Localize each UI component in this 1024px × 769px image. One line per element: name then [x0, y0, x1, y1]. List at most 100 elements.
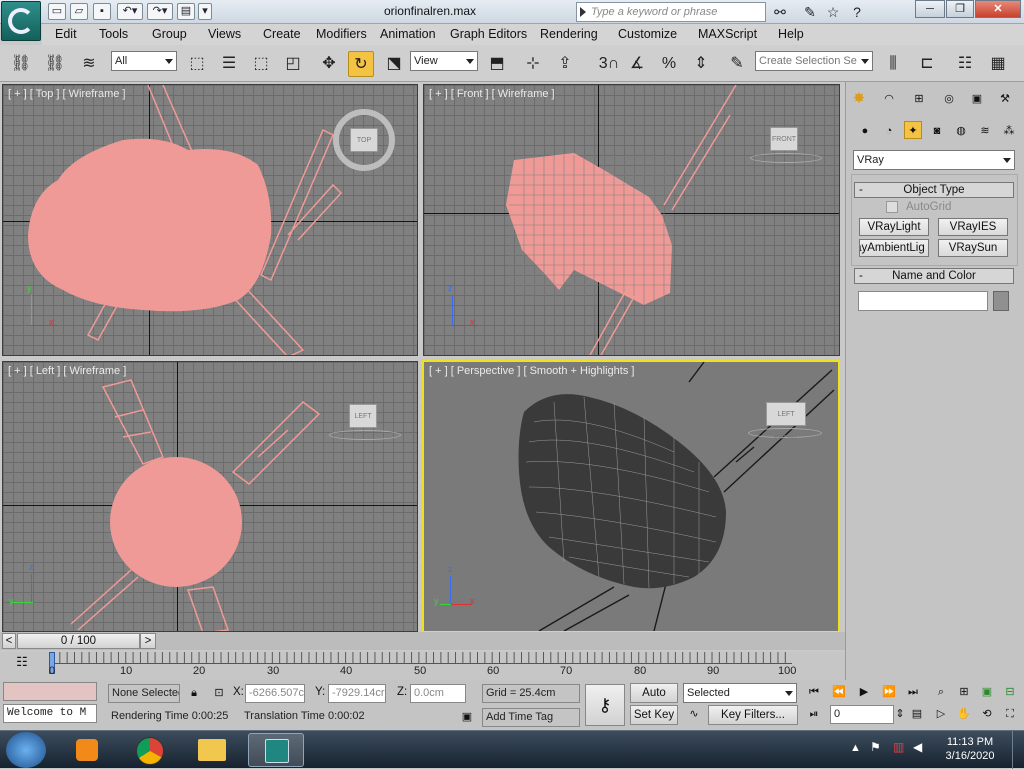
viewport-left[interactable]: LEFT [ + ] [ Left ] [ Wireframe ] z y — [2, 361, 418, 632]
space-warps-icon[interactable]: ≋ — [976, 122, 994, 140]
edit-named-selection-icon[interactable]: ✎ — [724, 51, 750, 77]
zoom-extents-all-icon[interactable]: ⊟ — [1001, 683, 1019, 701]
graphite-ribbon-icon[interactable]: ▦ — [985, 51, 1011, 77]
field-of-view-icon[interactable]: ▷ — [932, 705, 950, 723]
volume-icon[interactable]: ◀ — [913, 740, 922, 754]
percent-snap-icon[interactable]: % — [656, 51, 682, 77]
menu-views[interactable]: Views — [208, 27, 241, 41]
window-crossing-icon[interactable]: ◰ — [280, 51, 306, 77]
undo-icon[interactable]: ↶▾ — [117, 3, 143, 20]
frame-spinner-icon[interactable]: ⇕ — [895, 705, 905, 723]
time-slider-thumb[interactable]: 0 / 100 — [17, 633, 140, 649]
save-icon[interactable]: ▪ — [93, 3, 111, 20]
select-manipulate-icon[interactable]: ⊹ — [520, 51, 546, 77]
viewcube-ring[interactable] — [750, 153, 822, 163]
select-and-link-icon[interactable]: ⛓ — [8, 51, 34, 77]
menu-graph-editors[interactable]: Graph Editors — [450, 27, 527, 41]
y-coordinate-field[interactable]: -7929.14cr — [328, 684, 386, 703]
auto-key-button[interactable]: Auto Key — [630, 683, 678, 717]
maximize-viewport-icon[interactable]: ⛶ — [1001, 705, 1019, 723]
zoom-icon[interactable]: ⌕ — [932, 683, 950, 701]
shapes-icon[interactable]: ◔ — [880, 122, 898, 140]
selection-lock-icon[interactable]: 🔒︎ — [185, 684, 203, 702]
layer-manager-icon[interactable]: ☷ — [952, 51, 978, 77]
x-coordinate-field[interactable]: -6266.507c — [245, 684, 305, 703]
align-icon[interactable]: ⊏ — [914, 51, 940, 77]
time-slider[interactable]: < 0 / 100 > — [0, 632, 845, 650]
name-color-rollout-header[interactable]: - Name and Color — [854, 268, 1014, 284]
utilities-tab-icon[interactable]: ⚒ — [996, 90, 1014, 108]
menu-create[interactable]: Create — [263, 27, 301, 41]
show-hidden-icons-icon[interactable]: ▲ — [850, 742, 861, 754]
time-configuration-icon[interactable]: ▤ — [908, 705, 926, 723]
next-frame-icon[interactable]: ⏩ — [880, 683, 898, 701]
communication-center-icon[interactable]: ✎ — [800, 3, 820, 21]
angle-snap-icon[interactable]: ∡ — [624, 51, 650, 77]
snaps-toggle-icon[interactable]: 3∩ — [589, 51, 629, 77]
select-object-icon[interactable]: ⬚ — [184, 51, 210, 77]
menu-modifiers[interactable]: Modifiers — [316, 27, 367, 41]
time-tag-icon[interactable]: ▣ — [458, 708, 476, 726]
orbit-icon[interactable]: ⟲ — [978, 705, 996, 723]
object-color-swatch[interactable] — [993, 291, 1009, 311]
track-bar[interactable]: ☷ 0 10 20 30 40 50 60 70 80 90 100 — [0, 652, 845, 680]
menu-tools[interactable]: Tools — [99, 27, 128, 41]
previous-frame-icon[interactable]: ⏪ — [830, 683, 848, 701]
viewport-label-top[interactable]: [ + ] [ Top ] [ Wireframe ] — [8, 88, 125, 100]
play-icon[interactable]: ▶ — [855, 683, 873, 701]
select-and-move-icon[interactable]: ✥ — [316, 51, 342, 77]
object-name-input[interactable] — [858, 291, 988, 311]
viewport-label-front[interactable]: [ + ] [ Front ] [ Wireframe ] — [429, 88, 555, 100]
viewcube-left[interactable]: LEFT — [349, 404, 377, 428]
taskbar-clock[interactable]: 11:13 PM 3/16/2020 — [935, 735, 1005, 763]
favorites-icon[interactable]: ☆ — [823, 3, 843, 21]
key-mode-dropdown[interactable]: Selected — [683, 683, 797, 703]
viewport-top[interactable]: TOP [ + ] [ Top ] [ Wireframe ] y x — [2, 84, 418, 356]
set-key-icon[interactable]: ⚷ — [585, 684, 625, 726]
menu-help[interactable]: Help — [778, 27, 804, 41]
create-tab-icon[interactable]: ✸ — [850, 90, 868, 108]
new-file-icon[interactable]: ▭ — [48, 3, 66, 20]
prev-frame-arrow-icon[interactable]: < — [2, 633, 16, 649]
motion-tab-icon[interactable]: ◎ — [940, 90, 958, 108]
project-folder-icon[interactable]: ▤ — [177, 3, 195, 20]
modify-tab-icon[interactable]: ◠ — [880, 90, 898, 108]
pan-view-icon[interactable]: ✋ — [955, 705, 973, 723]
viewport-front[interactable]: FRONT [ + ] [ Front ] [ Wireframe ] z x — [423, 84, 840, 356]
set-key-button[interactable]: Set Key — [630, 705, 678, 725]
selection-filter-dropdown[interactable]: All — [111, 51, 177, 71]
go-to-start-icon[interactable]: ⏮ — [805, 683, 823, 701]
menu-group[interactable]: Group — [152, 27, 187, 41]
select-by-name-icon[interactable]: ☰ — [216, 51, 242, 77]
key-filters-button[interactable]: Key Filters... — [708, 705, 798, 725]
zoom-all-icon[interactable]: ⊞ — [955, 683, 973, 701]
add-time-tag-button[interactable]: Add Time Tag — [482, 708, 580, 727]
menu-edit[interactable]: Edit — [55, 27, 77, 41]
viewport-label-left[interactable]: [ + ] [ Left ] [ Wireframe ] — [8, 365, 126, 377]
select-and-scale-icon[interactable]: ⬔ — [381, 51, 407, 77]
pivot-center-icon[interactable]: ⬒ — [484, 51, 510, 77]
viewcube-top[interactable]: TOP — [350, 128, 378, 152]
lights-icon[interactable]: ✦ — [904, 121, 922, 139]
menu-animation[interactable]: Animation — [380, 27, 436, 41]
hierarchy-tab-icon[interactable]: ⊞ — [910, 90, 928, 108]
helpers-icon[interactable]: ◍ — [952, 122, 970, 140]
bind-space-warp-icon[interactable]: ≋ — [76, 51, 102, 77]
zoom-extents-icon[interactable]: ▣ — [978, 683, 996, 701]
media-player-taskbar-item[interactable] — [60, 733, 116, 767]
maxscript-listener-pink[interactable] — [3, 682, 97, 701]
network-icon[interactable]: ▥ — [893, 740, 904, 754]
spinner-snap-icon[interactable]: ⇕ — [688, 51, 714, 77]
help-icon[interactable]: ? — [847, 3, 867, 21]
select-and-rotate-icon[interactable]: ↻ — [348, 51, 374, 77]
action-center-icon[interactable]: ⚑ — [870, 740, 881, 754]
display-tab-icon[interactable]: ▣ — [968, 90, 986, 108]
show-desktop-button[interactable] — [1012, 731, 1024, 769]
absolute-mode-icon[interactable]: ⊡ — [210, 684, 228, 702]
explorer-taskbar-item[interactable] — [184, 733, 240, 767]
key-mode-toggle-icon[interactable]: ⏯ — [805, 705, 823, 723]
3dsmax-taskbar-item[interactable] — [248, 733, 304, 767]
minimize-button[interactable]: ─ — [915, 0, 945, 18]
cameras-icon[interactable]: ◙ — [928, 122, 946, 140]
customize-quick-access-icon[interactable]: ▾ — [198, 3, 212, 20]
